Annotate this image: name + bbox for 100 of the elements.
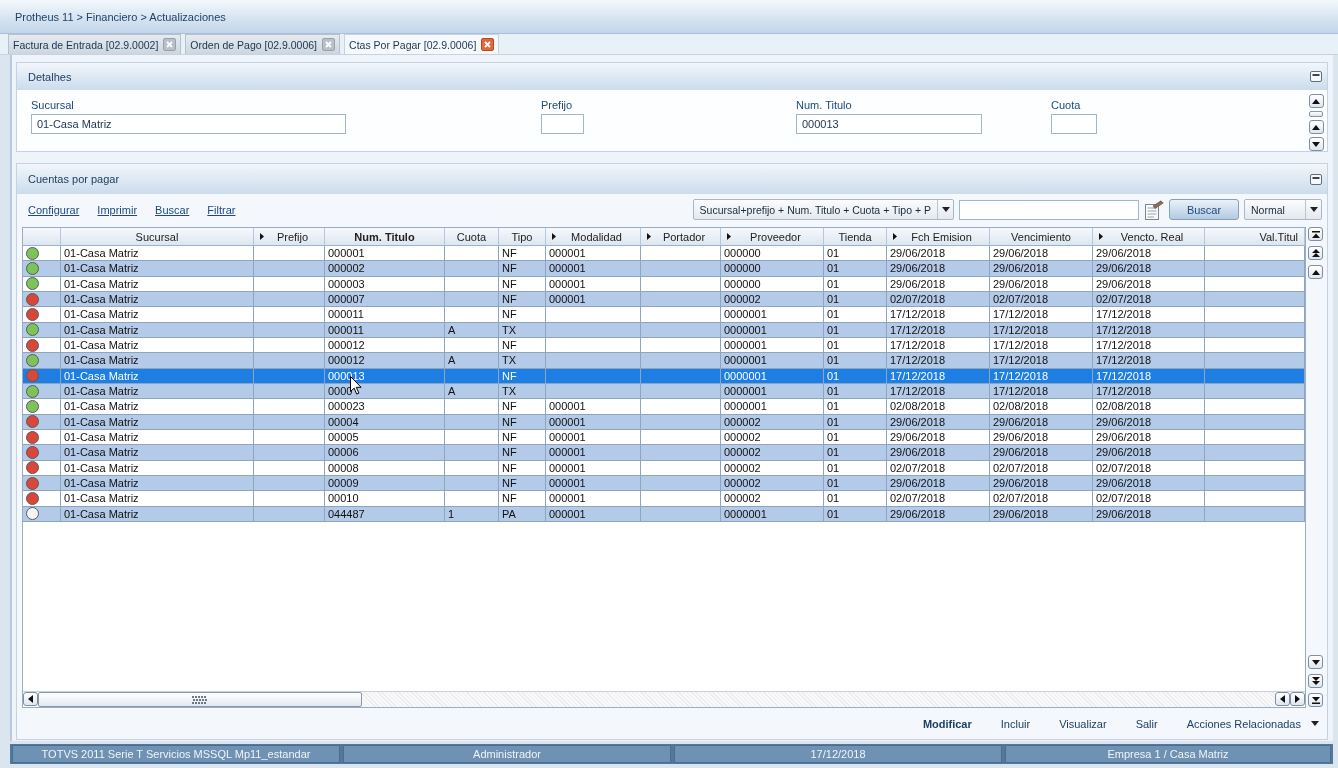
minimize-icon[interactable]	[1310, 173, 1322, 185]
table-row[interactable]: 01-Casa Matriz 00006 NF 000001 000002 01 29/06/2018 29/06/2018 29/06/2018	[23, 445, 1305, 461]
column-header[interactable]: Num. Titulo	[325, 228, 445, 246]
table-cell: 01-Casa Matriz	[61, 506, 254, 521]
table-cell: A	[445, 322, 499, 337]
scroll-down-button[interactable]	[1308, 137, 1324, 151]
table-cell: TX	[499, 353, 546, 368]
column-header[interactable]: Vencto. Real	[1093, 228, 1205, 246]
minimize-icon[interactable]	[1310, 71, 1322, 82]
search-button[interactable]: Buscar	[1169, 199, 1239, 220]
scroll-top-button[interactable]	[1308, 227, 1323, 241]
order-dropdown[interactable]: Sucursal+prefijo + Num. Titulo + Cuota + Tipo + P	[692, 199, 954, 220]
action-button[interactable]: Visualizar	[1059, 717, 1107, 730]
table-cell: 000001	[546, 261, 641, 276]
table-cell: 01	[824, 322, 887, 337]
action-button[interactable]: Modificar	[922, 717, 972, 730]
panel-title: Cuentas por pagar	[28, 173, 120, 185]
table-cell: 02/07/2018	[1093, 460, 1205, 475]
panel-title: Detalhes	[28, 70, 72, 83]
scrollbar-thumb[interactable]	[1309, 111, 1323, 117]
table-cell: 29/06/2018	[990, 261, 1093, 276]
table-cell: 000000	[721, 276, 824, 291]
notepad-icon[interactable]	[1144, 199, 1164, 220]
table-cell: 01-Casa Matriz	[61, 322, 254, 337]
column-header[interactable]: Prefijo	[254, 228, 325, 246]
table-cell: 29/06/2018	[990, 506, 1093, 521]
table-cell: 000001	[546, 276, 641, 291]
table-cell: 29/06/2018	[887, 506, 990, 521]
table-cell: 000001	[546, 506, 641, 521]
table-cell: 01-Casa Matriz	[61, 445, 254, 460]
view-mode-dropdown[interactable]: Normal	[1244, 199, 1322, 220]
table-cell: 17/12/2018	[887, 337, 990, 353]
arrow-up-icon	[1311, 269, 1320, 275]
tab[interactable]: Orden de Pago [02.9.0006]	[185, 34, 341, 54]
column-header[interactable]: Fch Emision	[887, 228, 990, 246]
table-cell: 1	[445, 506, 499, 521]
toolbar-link[interactable]: Configurar	[28, 203, 80, 216]
scroll-bottom-button[interactable]	[1308, 693, 1323, 707]
table-cell: 000012	[325, 337, 445, 353]
text-field[interactable]: 000013	[796, 114, 982, 134]
text-field[interactable]	[541, 114, 584, 134]
column-header[interactable]: Modalidad	[546, 228, 641, 246]
scroll-left-button[interactable]	[23, 692, 38, 706]
field-label: Prefijo	[541, 99, 574, 111]
toolbar-link[interactable]: Imprimir	[97, 203, 138, 216]
table-cell: 01	[824, 383, 887, 399]
table-cell: 000007	[325, 292, 445, 307]
scroll-right-button[interactable]	[1290, 692, 1305, 706]
scroll-down-button[interactable]	[1308, 655, 1323, 669]
table-cell: 01	[824, 246, 887, 261]
table-cell: 000002	[721, 460, 824, 475]
table-cell: 01-Casa Matriz	[61, 307, 254, 322]
close-icon[interactable]	[481, 38, 495, 51]
table-cell: 01-Casa Matriz	[61, 491, 254, 506]
search-field[interactable]	[959, 199, 1139, 220]
column-header[interactable]: Sucursal	[61, 228, 254, 246]
table-row[interactable]: 01-Casa Matriz 000002 NF 000001 000000 01 29/06/2018 29/06/2018 29/06/2018	[23, 261, 1305, 277]
column-header[interactable]: Proveedor	[721, 228, 824, 246]
scrollbar-thumb[interactable]	[38, 692, 362, 707]
table-cell: 01	[824, 475, 887, 491]
toolbar-link[interactable]: Buscar	[155, 203, 190, 216]
table-row[interactable]: 01-Casa Matriz 000023 NF 000001 0000001 01 02/08/2018 02/08/2018 02/08/2018	[23, 399, 1305, 415]
page-up-button[interactable]	[1308, 246, 1323, 260]
table-cell: PA	[499, 506, 546, 521]
scroll-up-button[interactable]	[1308, 265, 1323, 279]
table-cell: NF	[499, 337, 546, 353]
table-cell: 01	[824, 292, 887, 307]
table-row[interactable]: 01-Casa Matriz 00010 NF 000001 000002 01 02/07/2018 02/07/2018 02/07/2018	[23, 491, 1305, 507]
close-icon[interactable]	[322, 38, 336, 51]
table-cell: 000001	[325, 246, 445, 261]
table-cell: 0000001	[721, 399, 824, 414]
column-header[interactable]: Vencimiento	[990, 228, 1093, 246]
table-cell: 01-Casa Matriz	[61, 353, 254, 368]
column-header[interactable]: Portador	[641, 228, 721, 246]
page-down-button[interactable]	[1308, 674, 1323, 688]
table-cell: 17/12/2018	[1093, 353, 1205, 368]
tab[interactable]: Ctas Por Pagar [02.9.0006]	[344, 34, 500, 54]
action-button[interactable]: Incluir	[1000, 717, 1031, 730]
table-cell: 01-Casa Matriz	[61, 414, 254, 429]
action-button[interactable]: Salir	[1135, 717, 1158, 730]
field-label: Cuota	[1051, 99, 1082, 111]
scroll-up-button[interactable]	[1308, 94, 1324, 108]
table-cell: 29/06/2018	[1093, 506, 1205, 521]
table-cell: NF	[499, 445, 546, 460]
table-row[interactable]: 01-Casa Matriz 000001 NF 000001 000000 01 29/06/2018 29/06/2018 29/06/2018	[23, 246, 1305, 262]
scroll-up-button[interactable]	[1308, 120, 1324, 134]
column-header[interactable]: Val.Titul	[1205, 228, 1305, 246]
table-row[interactable]: 01-Casa Matriz 000012 A TX 0000001 01 17/12/2018 17/12/2018 17/12/2018	[23, 353, 1305, 369]
action-button[interactable]: Acciones Relacionadas	[1186, 717, 1319, 730]
tab[interactable]: Factura de Entrada [02.9.0002]	[8, 34, 182, 54]
column-header[interactable]: Cuota	[445, 228, 499, 246]
text-field[interactable]	[1051, 114, 1097, 134]
table-row[interactable]: 01-Casa Matriz 000011 NF 0000001 01 17/12/2018 17/12/2018 17/12/2018	[23, 307, 1305, 323]
close-icon[interactable]	[163, 38, 177, 51]
column-header[interactable]: Tipo	[499, 228, 546, 246]
scroll-left-button[interactable]	[1275, 692, 1290, 706]
column-header[interactable]: Tienda	[824, 228, 887, 246]
text-field[interactable]: 01-Casa Matriz	[31, 114, 346, 134]
table-cell: 01	[824, 337, 887, 353]
toolbar-link[interactable]: Filtrar	[207, 203, 236, 216]
